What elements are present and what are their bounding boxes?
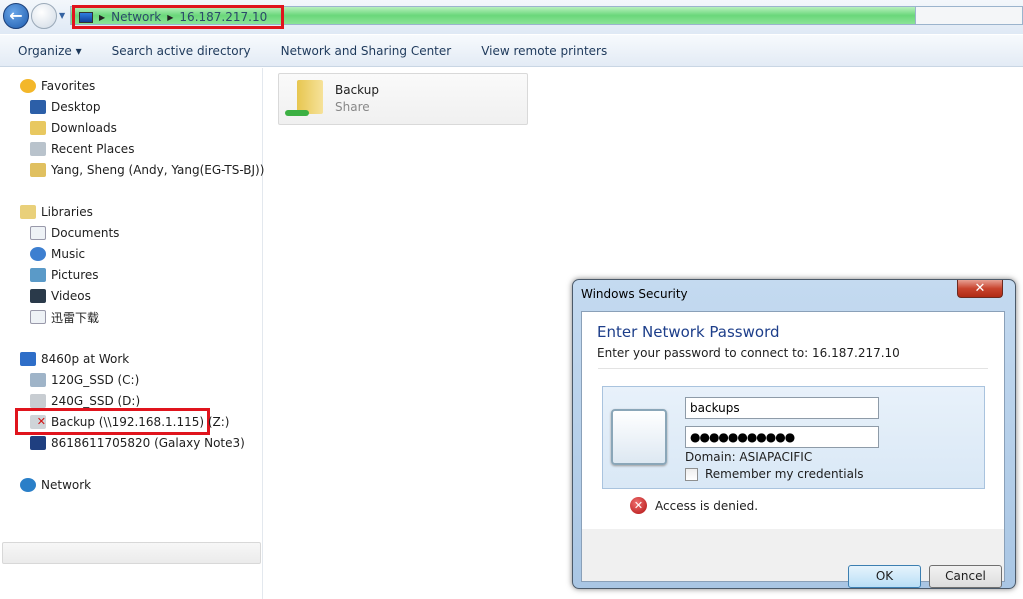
domain-label: Domain: ASIAPACIFIC — [685, 450, 813, 464]
label: Desktop — [51, 100, 101, 114]
label: 8618611705820 (Galaxy Note3) — [51, 436, 245, 450]
cancel-button[interactable]: Cancel — [929, 565, 1002, 588]
ok-button[interactable]: OK — [848, 565, 921, 588]
password-field[interactable] — [685, 426, 879, 448]
sidebar-favorites[interactable]: Favorites — [20, 76, 95, 96]
network-sharing-center-button[interactable]: Network and Sharing Center — [266, 44, 467, 58]
sidebar-item-drive-z[interactable]: ✕ Backup (\\192.168.1.115) (Z:) — [30, 412, 229, 432]
breadcrumb-network[interactable]: Network — [111, 10, 161, 24]
error-icon: ✕ — [630, 497, 647, 514]
library-folder-icon — [30, 310, 46, 324]
shared-folder-icon — [285, 80, 325, 118]
chevron-right-icon[interactable]: ▶ — [99, 13, 105, 22]
disconnected-drive-icon: ✕ — [30, 415, 46, 429]
sidebar-item-pictures[interactable]: Pictures — [30, 265, 99, 285]
label: Recent Places — [51, 142, 135, 156]
dialog-heading: Enter Network Password — [597, 323, 780, 341]
chevron-right-icon[interactable]: ▶ — [167, 13, 173, 22]
label: Videos — [51, 289, 91, 303]
drive-icon — [30, 373, 46, 387]
sidebar-item-phone[interactable]: 8618611705820 (Galaxy Note3) — [30, 433, 245, 453]
navigation-pane: Favorites Desktop Downloads Recent Place… — [0, 68, 264, 599]
pictures-icon — [30, 268, 46, 282]
organize-button[interactable]: Organize ▾ — [0, 44, 97, 58]
label: 120G_SSD (C:) — [51, 373, 140, 387]
drive-icon — [30, 394, 46, 408]
divider — [598, 368, 988, 369]
error-message: ✕ Access is denied. — [630, 497, 758, 514]
label: Pictures — [51, 268, 99, 282]
share-type: Share — [335, 100, 370, 114]
label: 迅雷下载 — [51, 310, 100, 325]
downloads-icon — [30, 121, 46, 135]
breadcrumb-host[interactable]: 16.187.217.10 — [179, 10, 267, 24]
sidebar-item-desktop[interactable]: Desktop — [30, 97, 101, 117]
label: Yang, Sheng (Andy, Yang(EG-TS-BJ)) — [51, 163, 265, 177]
address-bar-area: ← ▼ ▶ Network ▶ 16.187.217.10 — [0, 0, 1023, 34]
label: Libraries — [41, 205, 93, 219]
sidebar-item-documents[interactable]: Documents — [30, 223, 119, 243]
label: 8460p at Work — [41, 352, 130, 366]
desktop-icon — [30, 100, 46, 114]
sidebar-item-downloads[interactable]: Downloads — [30, 118, 117, 138]
view-remote-printers-button[interactable]: View remote printers — [466, 44, 622, 58]
user-tile-icon — [611, 409, 667, 465]
remember-credentials-checkbox[interactable] — [685, 468, 698, 481]
libraries-icon — [20, 205, 36, 219]
computer-icon — [20, 352, 36, 366]
sidebar-item-videos[interactable]: Videos — [30, 286, 91, 306]
error-text: Access is denied. — [655, 498, 759, 513]
share-name: Backup — [335, 83, 379, 97]
back-button[interactable]: ← — [3, 3, 29, 29]
username-field[interactable] — [685, 397, 879, 419]
sidebar-item-user-folder[interactable]: Yang, Sheng (Andy, Yang(EG-TS-BJ)) — [30, 160, 264, 180]
videos-icon — [30, 289, 46, 303]
sidebar-libraries[interactable]: Libraries — [20, 202, 93, 222]
recent-pages-dropdown[interactable]: ▼ — [59, 11, 65, 20]
sidebar-item-recent-places[interactable]: Recent Places — [30, 139, 134, 159]
sidebar-item-xunlei[interactable]: 迅雷下载 — [30, 307, 99, 327]
dialog-body: Enter Network Password Enter your passwo… — [581, 311, 1005, 588]
documents-icon — [30, 226, 46, 240]
dialog-subtitle: Enter your password to connect to: 16.18… — [597, 346, 900, 360]
windows-security-dialog: Windows Security ✕ Enter Network Passwor… — [572, 279, 1016, 589]
remember-credentials-label[interactable]: Remember my credentials — [705, 467, 864, 481]
breadcrumb: ▶ Network ▶ 16.187.217.10 — [72, 5, 284, 29]
credential-tile[interactable]: Domain: ASIAPACIFIC Remember my credenti… — [602, 386, 985, 489]
sidebar-item-music[interactable]: Music — [30, 244, 85, 264]
label: Backup (\\192.168.1.115) (Z:) — [51, 415, 230, 429]
label: 240G_SSD (D:) — [51, 394, 141, 408]
label: Downloads — [51, 121, 117, 135]
phone-icon — [30, 436, 46, 450]
search-active-directory-button[interactable]: Search active directory — [97, 44, 266, 58]
sidebar-network-selected[interactable] — [2, 542, 261, 564]
label: Music — [51, 247, 86, 261]
music-icon — [30, 247, 46, 261]
sidebar-network[interactable]: Network — [20, 475, 91, 495]
network-globe-icon — [20, 478, 36, 492]
command-bar: Organize ▾ Search active directory Netwo… — [0, 35, 1023, 67]
share-backup[interactable]: Backup Share — [278, 73, 528, 125]
close-button[interactable]: ✕ — [957, 280, 1003, 298]
label: Network — [41, 478, 92, 492]
sidebar-item-drive-c[interactable]: 120G_SSD (C:) — [30, 370, 139, 390]
address-bar-end — [916, 6, 1023, 25]
user-folder-icon — [30, 163, 46, 177]
dialog-title: Windows Security — [581, 287, 688, 301]
sidebar-computer[interactable]: 8460p at Work — [20, 349, 129, 369]
network-icon — [79, 11, 93, 23]
recent-places-icon — [30, 142, 46, 156]
star-icon — [20, 79, 36, 93]
label: Documents — [51, 226, 120, 240]
label: Favorites — [41, 79, 96, 93]
forward-button[interactable] — [31, 3, 57, 29]
